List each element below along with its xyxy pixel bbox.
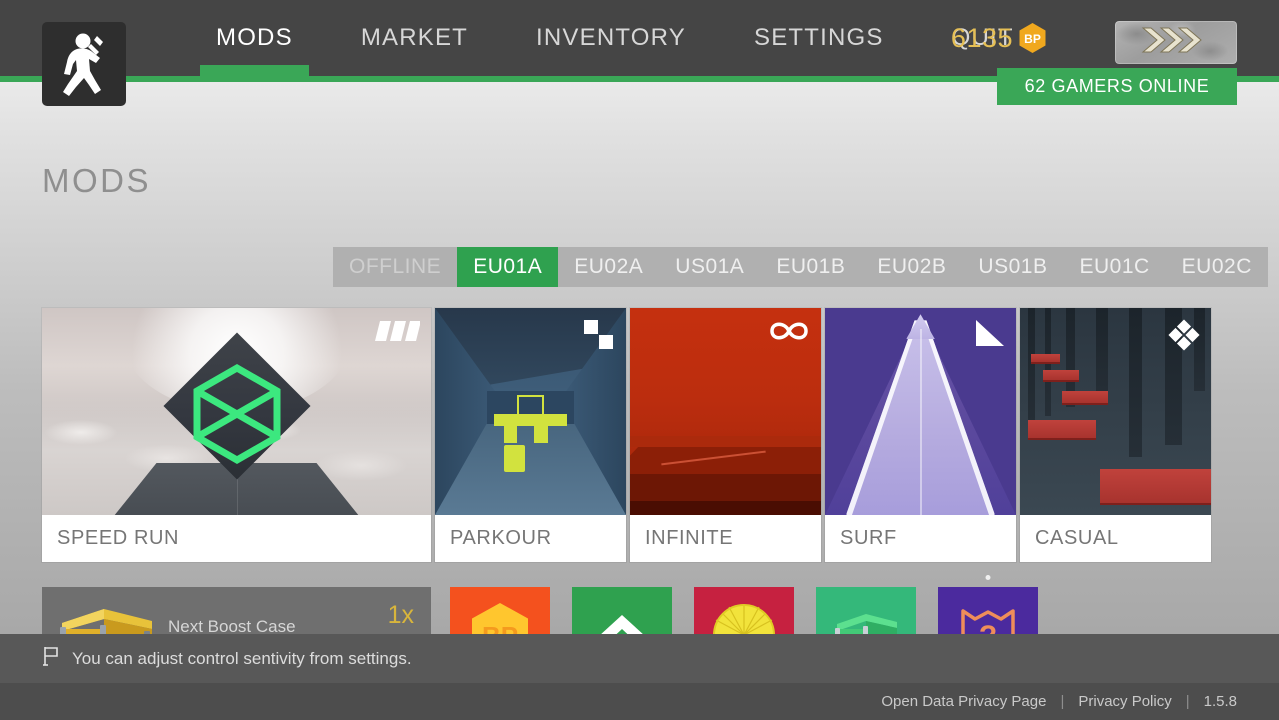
server-tab-eu02c-label: EU02C — [1181, 255, 1252, 278]
server-tab-eu01c[interactable]: EU01C — [1063, 247, 1165, 287]
card-art-casual — [1020, 308, 1211, 515]
currency-display[interactable]: 6135 BP — [951, 22, 1047, 54]
card-art-speed-run — [42, 308, 431, 515]
boost-multiplier: 1x — [387, 601, 414, 629]
game-main-menu: MODS MARKET INVENTORY SETTINGS QUIT 6135… — [0, 0, 1279, 720]
server-tab-eu02a-label: EU02A — [574, 255, 644, 278]
privacy-policy-link[interactable]: Privacy Policy — [1078, 693, 1171, 710]
red-slab — [630, 436, 821, 447]
red-slab — [630, 500, 821, 515]
app-version: 1.5.8 — [1203, 693, 1237, 710]
server-tab-offline[interactable]: OFFLINE — [333, 247, 457, 287]
app-logo[interactable] — [42, 22, 126, 106]
online-players-badge: 62 GAMERS ONLINE — [997, 68, 1237, 105]
currency-amount: 6135 — [950, 22, 1013, 53]
server-tab-eu01c-label: EU01C — [1079, 255, 1150, 278]
page-body: MODS OFFLINE EU01A EU02A US01A EU01B EU0… — [0, 82, 1279, 689]
game-mode-card-list: SPEED RUN PARKOUR INFINITE SURF CASUAL — [42, 308, 1211, 562]
server-tab-eu02b-label: EU02B — [877, 255, 947, 278]
nav-item-market[interactable]: MARKET — [345, 0, 484, 76]
red-platform — [1062, 390, 1108, 404]
online-players-label: 62 GAMERS ONLINE — [1024, 76, 1210, 96]
nav-item-market-label: MARKET — [360, 24, 469, 51]
two-squares-icon — [583, 319, 615, 356]
server-tabs: OFFLINE EU01A EU02A US01A EU01B EU02B US… — [333, 247, 1268, 287]
running-man-logo-icon — [53, 30, 115, 98]
card-art-parkour — [435, 308, 626, 515]
server-tab-eu02c[interactable]: EU02C — [1166, 247, 1268, 287]
nav-item-mods[interactable]: MODS — [200, 0, 309, 76]
server-tab-eu02b[interactable]: EU02B — [861, 247, 962, 287]
ramp-triangle-icon — [975, 319, 1005, 352]
nav-item-settings-label: SETTINGS — [753, 24, 884, 51]
server-tab-eu01b[interactable]: EU01B — [760, 247, 861, 287]
tip-bar: You can adjust control sentivity from se… — [0, 634, 1279, 683]
four-diamond-icon — [1168, 319, 1200, 356]
red-platform — [1100, 469, 1211, 503]
card-label-speed-run: SPEED RUN — [42, 515, 431, 562]
infinity-icon — [768, 319, 810, 348]
card-art-infinite — [630, 308, 821, 515]
speed-lines-icon — [374, 319, 421, 348]
footer-separator-2: | — [1185, 693, 1190, 710]
nav-item-inventory-label: INVENTORY — [536, 24, 686, 51]
server-tab-eu01a-label: EU01A — [473, 255, 543, 278]
nav-item-inventory[interactable]: INVENTORY — [520, 0, 702, 76]
platform-bar — [503, 421, 518, 443]
tree-trunk — [1027, 308, 1036, 437]
main-nav: MODS MARKET INVENTORY SETTINGS QUIT — [200, 0, 1030, 76]
server-tab-eu01b-label: EU01B — [776, 255, 846, 278]
rank-chevrons-icon — [1139, 26, 1213, 59]
red-platform — [1027, 419, 1097, 439]
platform-bar — [503, 444, 525, 472]
ramp-center-line — [919, 328, 922, 515]
game-mode-card-speed-run[interactable]: SPEED RUN — [42, 308, 431, 562]
server-tab-us01a[interactable]: US01A — [659, 247, 760, 287]
page-title: MODS — [42, 162, 151, 199]
tip-text: You can adjust control sentivity from se… — [72, 648, 412, 668]
card-art-surf — [825, 308, 1016, 515]
server-tab-eu02a[interactable]: EU02A — [558, 247, 659, 287]
game-mode-card-casual[interactable]: CASUAL — [1020, 308, 1211, 562]
rank-badge[interactable] — [1115, 21, 1237, 64]
green-hex-outline — [176, 352, 298, 474]
tree-trunk — [1044, 308, 1051, 416]
platform-bar — [534, 423, 548, 443]
server-tab-offline-label: OFFLINE — [349, 255, 442, 278]
server-tab-us01b-label: US01B — [978, 255, 1048, 278]
red-slab — [630, 446, 821, 476]
footer-separator-1: | — [1060, 693, 1065, 710]
server-tab-us01b[interactable]: US01B — [962, 247, 1063, 287]
server-tab-us01a-label: US01A — [675, 255, 745, 278]
server-tab-eu01a[interactable]: EU01A — [457, 247, 559, 287]
card-label-surf: SURF — [825, 515, 1016, 562]
game-mode-card-infinite[interactable]: INFINITE — [630, 308, 821, 562]
game-mode-card-surf[interactable]: SURF — [825, 308, 1016, 562]
bp-hexagon-icon: BP — [1018, 22, 1047, 54]
red-platform — [1031, 353, 1061, 362]
card-label-casual: CASUAL — [1020, 515, 1211, 562]
red-platform — [1042, 370, 1080, 381]
tree-trunk — [1096, 308, 1108, 400]
flag-icon — [42, 645, 60, 672]
tree-trunk — [1128, 308, 1143, 458]
card-label-infinite: INFINITE — [630, 515, 821, 562]
nav-item-settings[interactable]: SETTINGS — [738, 0, 900, 76]
card-label-parkour: PARKOUR — [435, 515, 626, 562]
footer-bar: Open Data Privacy Page | Privacy Policy … — [0, 683, 1279, 720]
open-data-privacy-link[interactable]: Open Data Privacy Page — [881, 693, 1046, 710]
nav-item-mods-label: MODS — [216, 24, 293, 51]
svg-text:BP: BP — [1024, 32, 1041, 46]
game-mode-card-parkour[interactable]: PARKOUR — [435, 308, 626, 562]
notification-dot — [985, 575, 991, 580]
